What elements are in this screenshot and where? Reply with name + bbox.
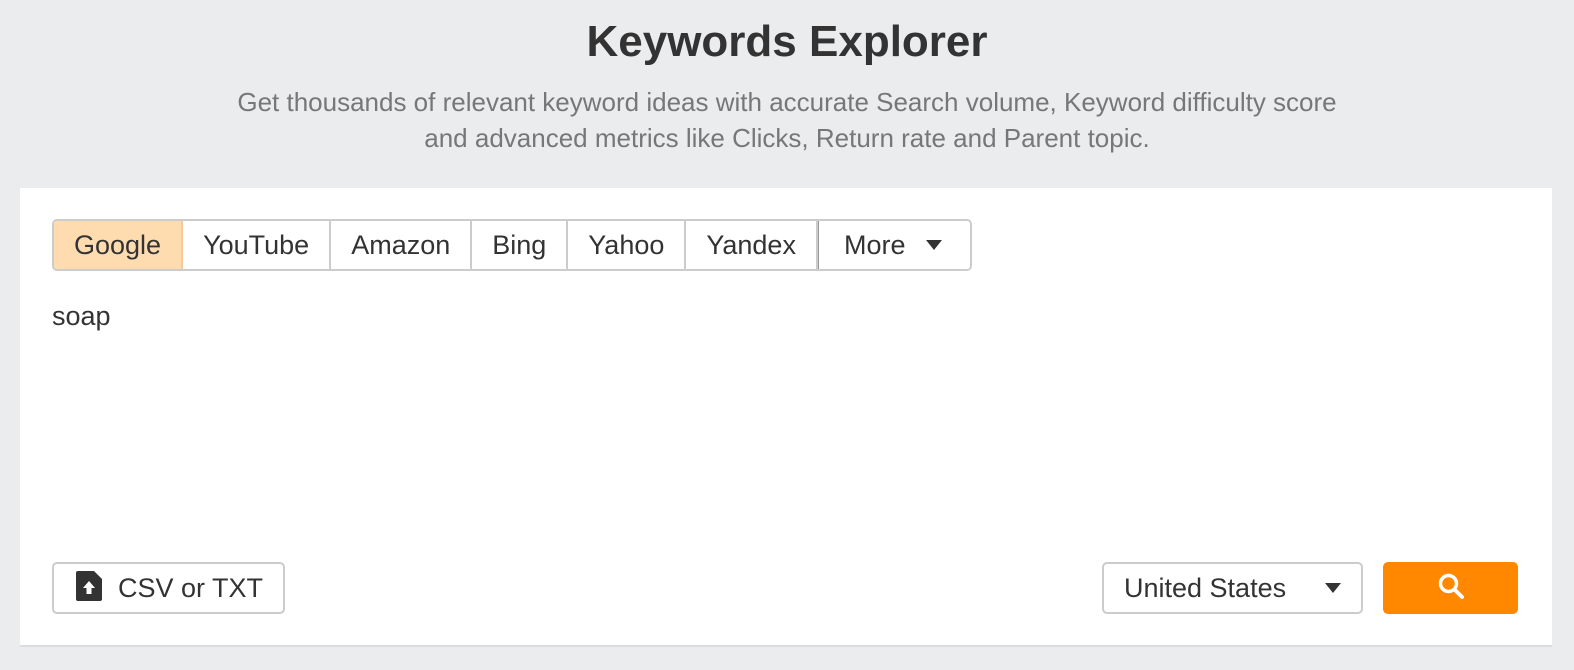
- keywords-input[interactable]: [52, 301, 1512, 501]
- more-engines-dropdown[interactable]: More: [817, 221, 971, 269]
- page-title: Keywords Explorer: [586, 17, 988, 66]
- upload-file-button[interactable]: CSV or TXT: [52, 562, 285, 614]
- file-upload-icon: [76, 570, 102, 606]
- search-engine-tabs: Google YouTube Amazon Bing Yahoo Yandex …: [52, 219, 973, 271]
- search-icon: [1437, 572, 1465, 605]
- search-button[interactable]: [1383, 562, 1518, 614]
- caret-down-icon: [926, 240, 943, 250]
- tab-youtube[interactable]: YouTube: [183, 221, 332, 269]
- tab-bing[interactable]: Bing: [472, 221, 569, 269]
- more-label: More: [843, 230, 906, 260]
- country-select[interactable]: United States: [1102, 562, 1363, 614]
- tab-yandex[interactable]: Yandex: [686, 221, 818, 269]
- tab-yahoo[interactable]: Yahoo: [568, 221, 687, 269]
- keyword-search-card: Google YouTube Amazon Bing Yahoo Yandex …: [20, 188, 1552, 647]
- tab-amazon[interactable]: Amazon: [331, 221, 473, 269]
- country-selected: United States: [1124, 572, 1287, 603]
- tab-google[interactable]: Google: [54, 221, 184, 269]
- caret-down-icon: [1325, 583, 1341, 593]
- upload-label: CSV or TXT: [118, 572, 264, 603]
- page-subtitle: Get thousands of relevant keyword ideas …: [237, 87, 1337, 153]
